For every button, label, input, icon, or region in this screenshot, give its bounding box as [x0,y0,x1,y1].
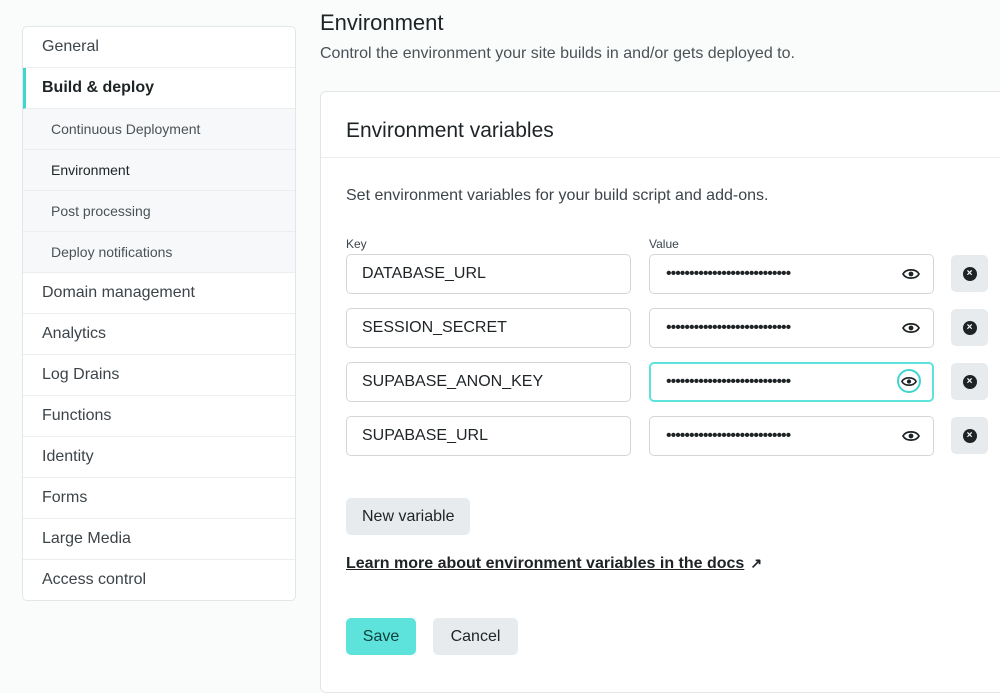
value-input[interactable]: ••••••••••••••••••••••••••• [649,254,934,294]
key-column-label: Key [346,237,367,251]
sidebar-subitem-environment[interactable]: Environment [23,150,295,191]
sidebar-item-general[interactable]: General [23,27,295,68]
new-variable-button[interactable]: New variable [346,498,471,535]
cancel-button[interactable]: Cancel [433,618,518,655]
card-description: Set environment variables for your build… [346,187,769,204]
sidebar-item-log-drains[interactable]: Log Drains [23,355,295,396]
key-input[interactable]: DATABASE_URL [346,254,631,294]
sidebar-subitem-post-processing[interactable]: Post processing [23,191,295,232]
arrow-up-right-icon: ↗ [750,555,763,571]
sidebar-item-domain-management[interactable]: Domain management [23,273,295,314]
remove-variable-button[interactable]: × [951,363,988,400]
card-divider [321,157,1000,158]
value-input[interactable]: ••••••••••••••••••••••••••• [649,362,934,402]
variable-row: SUPABASE_ANON_KEY ••••••••••••••••••••••… [346,362,996,402]
x-circle-icon: × [962,428,977,443]
masked-value: ••••••••••••••••••••••••••• [666,319,791,336]
sidebar-item-large-media[interactable]: Large Media [23,519,295,560]
sidebar-subitem-deploy-notifications[interactable]: Deploy notifications [23,232,295,273]
docs-link-text: Learn more about environment variables i… [346,555,745,572]
sidebar-subitem-continuous-deployment[interactable]: Continuous Deployment [23,109,295,150]
save-button[interactable]: Save [346,618,416,655]
x-circle-icon: × [962,374,977,389]
remove-variable-button[interactable]: × [951,309,988,346]
sidebar-item-analytics[interactable]: Analytics [23,314,295,355]
sidebar-item-build-deploy[interactable]: Build & deploy [23,68,295,109]
x-circle-icon: × [962,320,977,335]
page-title: Environment [320,10,444,35]
key-input[interactable]: SESSION_SECRET [346,308,631,348]
sidebar-item-forms[interactable]: Forms [23,478,295,519]
masked-value: ••••••••••••••••••••••••••• [666,427,791,444]
masked-value: ••••••••••••••••••••••••••• [666,265,791,282]
key-input[interactable]: SUPABASE_ANON_KEY [346,362,631,402]
sidebar-item-functions[interactable]: Functions [23,396,295,437]
variable-row: DATABASE_URL •••••••••••••••••••••••••••… [346,254,996,294]
docs-link[interactable]: Learn more about environment variables i… [346,555,762,573]
variable-row: SUPABASE_URL •••••••••••••••••••••••••••… [346,416,996,456]
value-input[interactable]: ••••••••••••••••••••••••••• [649,416,934,456]
eye-icon[interactable] [901,264,921,284]
value-column-label: Value [649,237,679,251]
eye-icon[interactable] [901,426,921,446]
remove-variable-button[interactable]: × [951,255,988,292]
page-description: Control the environment your site builds… [320,45,795,62]
eye-icon[interactable] [901,318,921,338]
sidebar-item-access-control[interactable]: Access control [23,560,295,600]
environment-variables-card: Environment variables Set environment va… [320,91,1000,693]
x-circle-icon: × [962,266,977,281]
eye-icon[interactable] [897,369,921,393]
value-input[interactable]: ••••••••••••••••••••••••••• [649,308,934,348]
remove-variable-button[interactable]: × [951,417,988,454]
card-title: Environment variables [346,119,554,142]
masked-value: ••••••••••••••••••••••••••• [666,373,791,390]
settings-sidebar: General Build & deploy Continuous Deploy… [22,26,296,601]
sidebar-item-identity[interactable]: Identity [23,437,295,478]
variable-row: SESSION_SECRET •••••••••••••••••••••••••… [346,308,996,348]
key-input[interactable]: SUPABASE_URL [346,416,631,456]
